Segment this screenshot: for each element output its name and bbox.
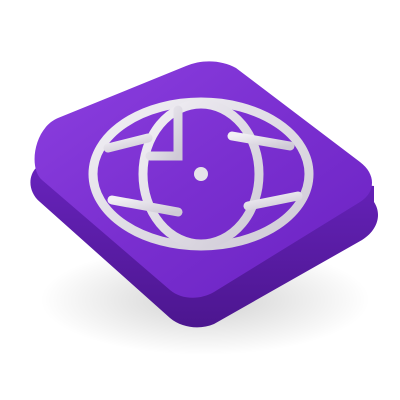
app-icon-stage xyxy=(0,0,400,400)
globe-center-dot xyxy=(194,167,208,181)
app-icon-3d xyxy=(30,61,378,355)
